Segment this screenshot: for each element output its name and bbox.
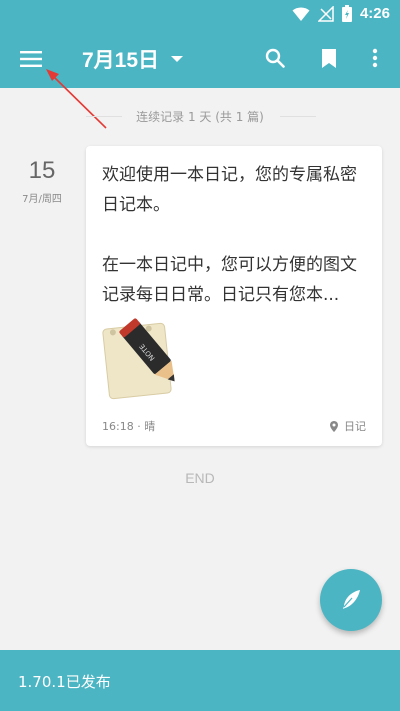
entry-day-subtitle: 7月/周四 <box>22 194 62 205</box>
date-selector[interactable]: 7月15日 <box>82 44 184 74</box>
top-toolbar: 7月15日 <box>0 29 400 88</box>
divider-line <box>280 116 316 117</box>
end-label: END <box>185 470 215 486</box>
streak-row: 连续记录 1 天 (共 1 篇) <box>0 106 400 126</box>
feather-pen-icon <box>343 590 360 609</box>
new-entry-fab[interactable] <box>320 569 382 631</box>
bookmark-icon <box>322 48 336 68</box>
entry-time-weather: 16:18 · 晴 <box>102 420 156 433</box>
search-button[interactable] <box>262 45 288 71</box>
menu-icon <box>20 51 42 67</box>
status-bar: 4:26 <box>0 0 400 29</box>
status-icons: 4:26 <box>292 5 390 22</box>
update-banner-text: 1.70.1已发布 <box>18 673 111 691</box>
streak-text: 连续记录 1 天 (共 1 篇) <box>136 110 264 124</box>
date-title: 7月15日 <box>82 49 160 72</box>
signal-muted-icon <box>317 5 334 22</box>
entry-location-label: 日记 <box>344 420 366 433</box>
entry-paragraph: 欢迎使用一本日记，您的专属私密日记本。 <box>102 165 357 215</box>
entry-paragraph: 在一本日记中，您可以方便的图文记录每日日常。日记只有您本... <box>102 255 357 305</box>
diary-entry-card[interactable]: 欢迎使用一本日记，您的专属私密日记本。 在一本日记中，您可以方便的图文记录每日日… <box>86 146 382 446</box>
search-icon <box>265 48 285 68</box>
chevron-down-icon <box>171 56 184 62</box>
more-button[interactable] <box>362 45 388 71</box>
entry-location: 日记 <box>330 418 366 434</box>
wifi-icon <box>292 7 310 21</box>
entry-day-number: 15 <box>28 157 56 184</box>
update-banner[interactable]: 1.70.1已发布 <box>0 650 400 711</box>
status-time: 4:26 <box>359 5 390 22</box>
bookmark-button[interactable] <box>316 45 342 71</box>
notebook-pencil-image: NOTE <box>102 318 175 400</box>
location-pin-icon <box>330 420 338 432</box>
battery-icon <box>341 5 352 22</box>
more-icon <box>372 48 378 68</box>
entry-preview: 欢迎使用一本日记，您的专属私密日记本。 在一本日记中，您可以方便的图文记录每日日… <box>102 160 372 310</box>
menu-button[interactable] <box>18 46 44 72</box>
